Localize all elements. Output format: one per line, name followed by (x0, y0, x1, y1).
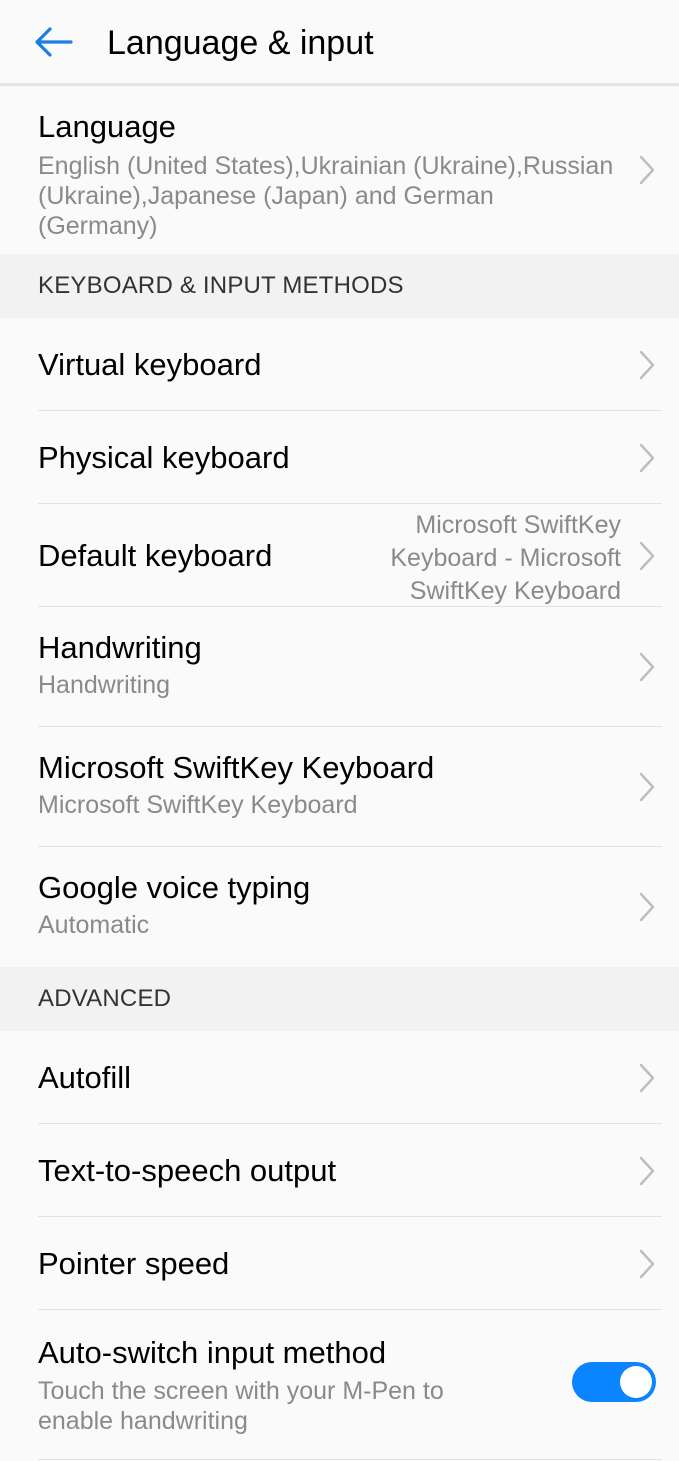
autofill-row[interactable]: Autofill (0, 1031, 679, 1124)
auto-switch-input-subtitle: Touch the screen with your M-Pen to enab… (38, 1377, 444, 1435)
chevron-right-icon (639, 541, 655, 570)
swiftkey-row[interactable]: Microsoft SwiftKey Keyboard Microsoft Sw… (0, 727, 679, 847)
chevron-right-icon (639, 1063, 655, 1092)
physical-keyboard-title: Physical keyboard (38, 439, 290, 475)
handwriting-subtitle: Handwriting (38, 671, 171, 699)
physical-keyboard-row[interactable]: Physical keyboard (0, 411, 679, 504)
auto-switch-input-title: Auto-switch input method (38, 1335, 387, 1370)
default-keyboard-title: Default keyboard (38, 537, 273, 573)
auto-switch-toggle[interactable] (572, 1362, 656, 1402)
virtual-keyboard-title: Virtual keyboard (38, 346, 262, 382)
language-row[interactable]: Language English (United States),Ukraini… (0, 86, 679, 254)
handwriting-title: Handwriting (38, 630, 202, 665)
chevron-right-icon (639, 350, 655, 379)
handwriting-row[interactable]: Handwriting Handwriting (0, 607, 679, 727)
auto-switch-input-row: Auto-switch input method Touch the scree… (0, 1310, 679, 1460)
default-keyboard-value: Microsoft SwiftKey Keyboard - Microsoft … (390, 511, 621, 605)
autofill-title: Autofill (38, 1059, 132, 1095)
default-keyboard-row[interactable]: Default keyboard Microsoft SwiftKey Keyb… (0, 504, 679, 607)
arrow-left-icon (35, 27, 73, 57)
virtual-keyboard-row[interactable]: Virtual keyboard (0, 318, 679, 411)
google-voice-typing-row[interactable]: Google voice typing Automatic (0, 847, 679, 967)
language-title: Language (38, 109, 176, 144)
chevron-right-icon (639, 652, 655, 682)
swiftkey-title: Microsoft SwiftKey Keyboard (38, 750, 435, 785)
app-bar: Language & input (0, 0, 679, 86)
chevron-right-icon (639, 155, 655, 185)
text-to-speech-title: Text-to-speech output (38, 1152, 337, 1188)
back-button[interactable] (30, 22, 76, 62)
pointer-speed-title: Pointer speed (38, 1245, 230, 1281)
pointer-speed-row[interactable]: Pointer speed (0, 1217, 679, 1310)
google-voice-typing-title: Google voice typing (38, 870, 311, 905)
page-title: Language & input (107, 24, 374, 62)
chevron-right-icon (639, 772, 655, 802)
toggle-knob (620, 1366, 652, 1398)
chevron-right-icon (639, 892, 655, 922)
google-voice-typing-subtitle: Automatic (38, 911, 150, 939)
chevron-right-icon (639, 1156, 655, 1185)
text-to-speech-row[interactable]: Text-to-speech output (0, 1124, 679, 1217)
swiftkey-subtitle: Microsoft SwiftKey Keyboard (38, 791, 358, 819)
language-value: English (United States),Ukrainian (Ukrai… (38, 152, 614, 240)
section-header-keyboard: KEYBOARD & INPUT METHODS (0, 254, 679, 318)
section-header-advanced: ADVANCED (0, 967, 679, 1031)
chevron-right-icon (639, 443, 655, 472)
chevron-right-icon (639, 1249, 655, 1278)
